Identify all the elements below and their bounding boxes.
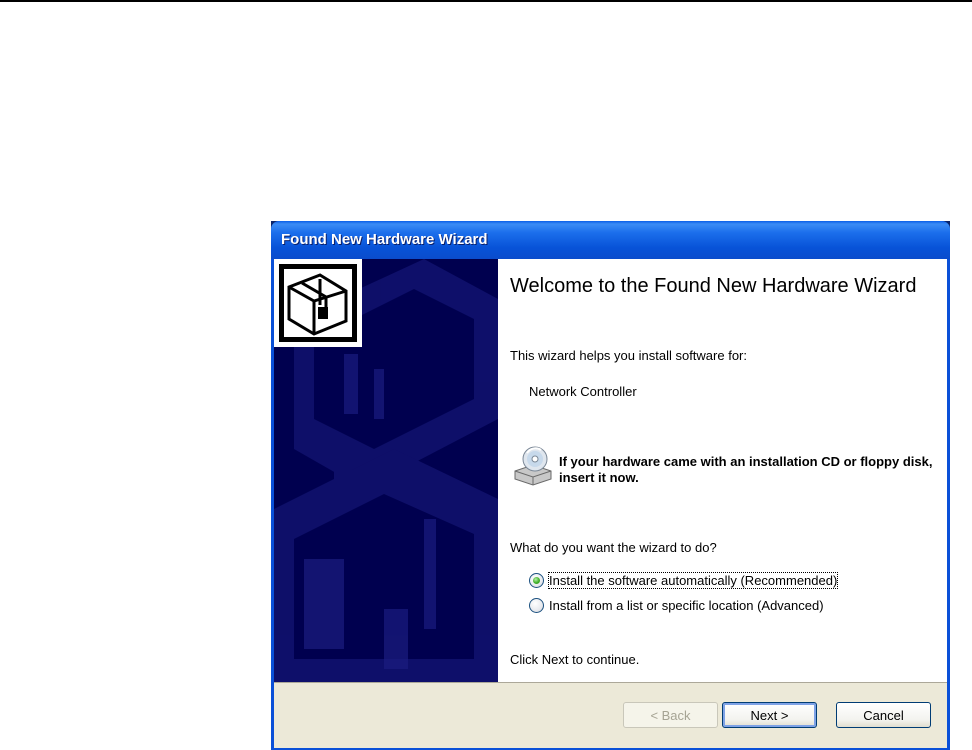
wizard-client-area: Welcome to the Found New Hardware Wizard… — [274, 259, 947, 748]
top-border-line — [0, 0, 972, 2]
button-bar: < Back Next > Cancel — [274, 682, 947, 748]
option-automatic-label: Install the software automatically (Reco… — [547, 571, 839, 589]
title-bar[interactable]: Found New Hardware Wizard — [271, 221, 950, 259]
cancel-button[interactable]: Cancel — [836, 702, 931, 728]
intro-text: This wizard helps you install software f… — [510, 348, 747, 363]
continue-hint: Click Next to continue. — [510, 652, 640, 667]
wizard-content: Welcome to the Found New Hardware Wizard… — [498, 259, 947, 682]
wizard-side-panel — [274, 259, 498, 682]
window-title: Found New Hardware Wizard — [281, 231, 488, 248]
page-title: Welcome to the Found New Hardware Wizard — [510, 275, 917, 297]
back-button[interactable]: < Back — [623, 702, 718, 728]
device-name: Network Controller — [529, 384, 637, 399]
option-advanced-label: Install from a list or specific location… — [549, 597, 824, 613]
hardware-box-icon — [274, 259, 362, 347]
wizard-window: Found New Hardware Wizard Welcome to the… — [271, 221, 950, 750]
window-frame: Welcome to the Found New Hardware Wizard… — [271, 259, 950, 750]
option-install-from-list[interactable]: Install from a list or specific location… — [529, 596, 824, 614]
cd-instruction: If your hardware came with an installati… — [559, 454, 933, 485]
option-install-automatically[interactable]: Install the software automatically (Reco… — [529, 571, 839, 589]
cd-drive-icon — [514, 446, 552, 486]
next-button[interactable]: Next > — [722, 702, 817, 728]
radio-advanced[interactable] — [529, 597, 544, 613]
radio-automatic[interactable] — [529, 572, 544, 588]
wizard-question: What do you want the wizard to do? — [510, 540, 717, 555]
